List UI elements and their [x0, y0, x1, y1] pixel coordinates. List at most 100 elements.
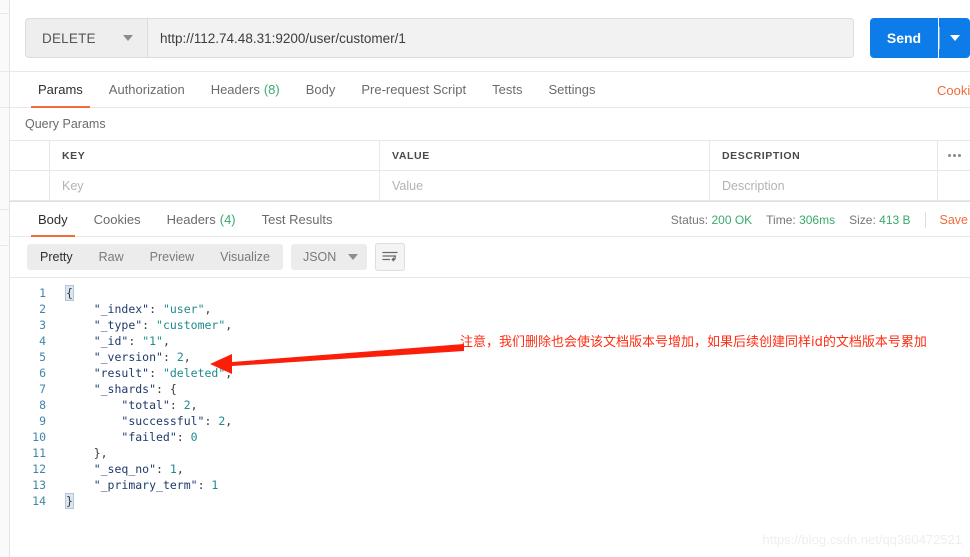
tab-label: Settings [548, 82, 596, 97]
request-tab-body[interactable]: Body [293, 72, 349, 107]
response-body-code[interactable]: { "_index": "user", "_type": "customer",… [54, 278, 970, 532]
tab-label: Params [38, 82, 83, 97]
wrap-text-button[interactable] [375, 243, 406, 271]
chevron-down-icon [123, 35, 133, 41]
time-label: Time: [766, 213, 796, 227]
param-key-input[interactable]: Key [50, 171, 380, 200]
code-token-punc: : [197, 478, 212, 492]
view-mode-pretty[interactable]: Pretty [27, 244, 86, 270]
tab-label: Cookies [93, 211, 141, 227]
code-token-punc: : { [156, 382, 177, 396]
time-label-group: Time: 306ms [766, 213, 835, 227]
line-number: 7 [39, 382, 46, 396]
tab-label: Authorization [108, 82, 185, 97]
url-input[interactable]: http://112.74.48.31:9200/user/customer/1 [147, 18, 854, 58]
request-tab-settings[interactable]: Settings [535, 72, 608, 107]
request-url-bar: DELETE http://112.74.48.31:9200/user/cus… [10, 0, 970, 72]
response-tab-test-results[interactable]: Test Results [249, 202, 346, 236]
view-mode-raw[interactable]: Raw [86, 244, 137, 270]
code-token-num: 2 [183, 398, 191, 412]
code-token-punc: , [190, 398, 198, 412]
response-tab-body[interactable]: Body [25, 202, 81, 237]
send-button-label: Send [886, 30, 922, 46]
size-label-group: Size: 413 B [849, 213, 910, 227]
column-header-key: KEY [50, 141, 380, 170]
request-cookies-link[interactable]: Cookies [937, 72, 970, 108]
response-tab-headers[interactable]: Headers (4) [154, 202, 249, 236]
code-token-key: "failed" [121, 430, 177, 444]
table-row: Key Value Description [10, 171, 970, 201]
code-token-punc [66, 334, 94, 348]
response-language-label: JSON [302, 250, 337, 264]
query-params-table: KEY VALUE DESCRIPTION Key Value Descript… [10, 140, 970, 201]
line-number: 9 [39, 414, 46, 428]
status-label-group: Status: 200 OK [671, 213, 752, 227]
url-input-value: http://112.74.48.31:9200/user/customer/1 [160, 30, 406, 46]
time-value: 306ms [799, 213, 836, 227]
left-sidebar-edge [0, 0, 10, 557]
code-line: "_primary_term": 1 [66, 477, 970, 493]
code-line: "failed": 0 [66, 429, 970, 445]
code-token-num: 2 [176, 350, 184, 364]
code-token-num: 1 [169, 462, 177, 476]
request-tab-tests[interactable]: Tests [479, 72, 535, 107]
bulk-edit-button[interactable] [938, 141, 970, 170]
code-line: "successful": 2, [66, 413, 970, 429]
request-tab-params[interactable]: Params [25, 72, 96, 108]
code-token-punc: , [204, 302, 212, 316]
line-number: 12 [32, 462, 46, 476]
http-method-label: DELETE [42, 30, 96, 46]
response-body-viewer[interactable]: 1 2 3 4 5 6 7 8 9 10 11 12 13 14 { "_index": "user", … [10, 277, 970, 532]
main-panel: DELETE http://112.74.48.31:9200/user/cus… [10, 0, 970, 557]
code-token-punc: , [176, 462, 184, 476]
code-token-punc: : [149, 302, 163, 316]
line-number: 1 [39, 286, 46, 300]
view-mode-preview[interactable]: Preview [137, 244, 207, 270]
code-token-punc: : [204, 414, 219, 428]
send-options-button[interactable] [939, 18, 970, 58]
request-tab-pre-request-script[interactable]: Pre-request Script [348, 72, 479, 107]
tab-label: Headers [210, 82, 260, 97]
code-token-punc [66, 446, 94, 460]
tab-label: Headers [166, 211, 216, 227]
response-tab-cookies[interactable]: Cookies [81, 202, 154, 236]
code-token-punc [66, 414, 121, 428]
request-tab-headers[interactable]: Headers (8) [198, 72, 293, 107]
code-token-key: "result" [93, 366, 150, 380]
tab-label: Tests [492, 82, 523, 97]
row-checkbox[interactable] [10, 171, 50, 200]
view-mode-visualize[interactable]: Visualize [207, 244, 283, 270]
http-method-select[interactable]: DELETE [25, 18, 147, 58]
param-description-input[interactable]: Description [710, 171, 938, 200]
code-token-punc [66, 318, 94, 332]
response-meta: Status: 200 OK Time: 306ms Size: 413 B S… [671, 202, 970, 238]
code-token-num: 0 [190, 430, 198, 444]
code-token-punc: : [162, 350, 177, 364]
tab-label: Body [38, 211, 68, 227]
chevron-down-icon [348, 254, 359, 260]
line-number: 10 [32, 430, 46, 444]
request-tabs: Params Authorization Headers (8) Body Pre-req… [10, 72, 970, 108]
send-button[interactable]: Send [870, 18, 938, 58]
row-actions[interactable] [938, 171, 970, 200]
response-view-modes: Pretty Raw Preview Visualize [27, 244, 283, 270]
wrap-text-icon [382, 251, 398, 262]
request-tab-authorization[interactable]: Authorization [96, 72, 198, 107]
code-line: "_id": "1", [66, 333, 970, 349]
code-token-punc: : [128, 334, 143, 348]
code-token-str: "user" [162, 302, 205, 316]
code-token-punc: , [225, 414, 233, 428]
code-token-punc: : [176, 430, 191, 444]
param-value-input[interactable]: Value [380, 171, 710, 200]
code-token-punc: , [162, 334, 170, 348]
code-token-punc: : [169, 398, 184, 412]
code-line: { [65, 285, 970, 301]
code-token-punc [66, 430, 121, 444]
code-token-punc: : [149, 366, 163, 380]
code-token-key: "_version" [93, 350, 163, 364]
save-response-button[interactable]: Save [940, 213, 970, 227]
code-token-punc [66, 302, 94, 316]
response-language-select[interactable]: JSON [290, 244, 368, 270]
code-line: "_seq_no": 1, [66, 461, 970, 477]
code-line: "_index": "user", [66, 301, 970, 317]
